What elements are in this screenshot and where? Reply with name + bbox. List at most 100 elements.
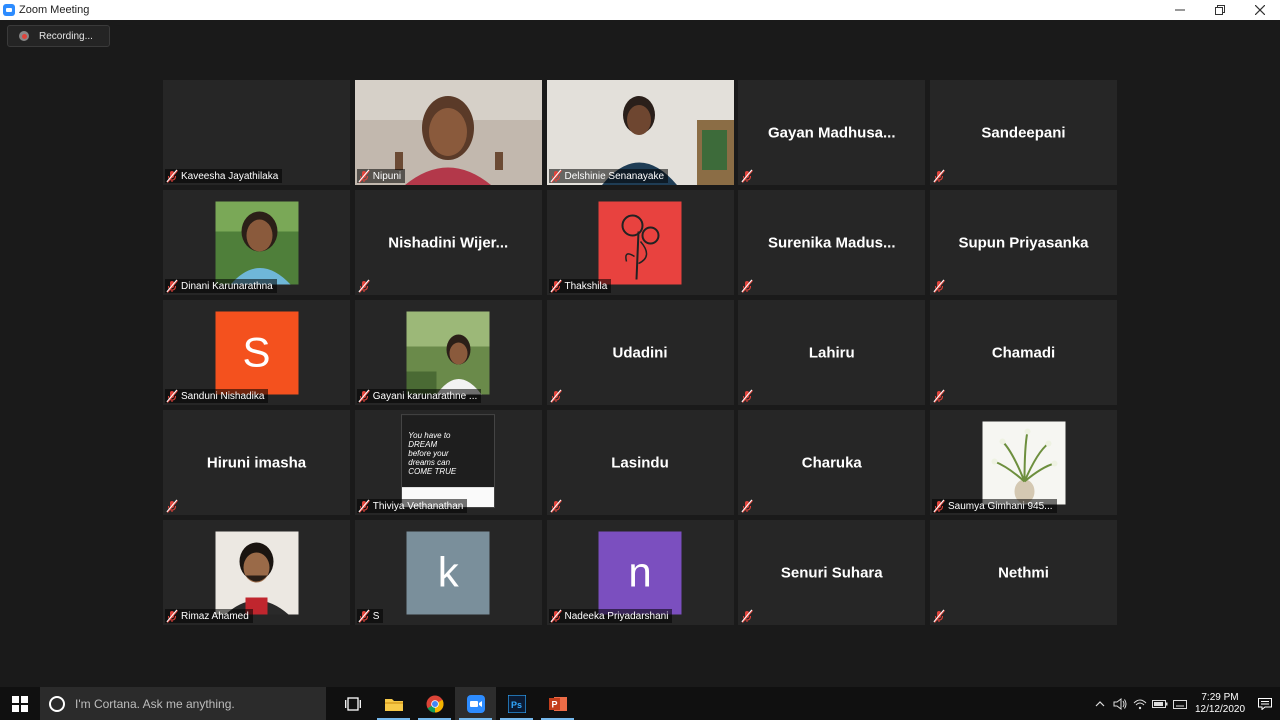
- start-button[interactable]: [0, 687, 40, 720]
- recording-indicator[interactable]: Recording...: [7, 25, 110, 47]
- participant-name-label: Nipuni: [372, 170, 402, 182]
- pinned-apps: Ps P: [332, 687, 578, 720]
- participant-tile[interactable]: Surenika Madus...: [738, 190, 926, 295]
- participant-name-tag: [357, 279, 375, 293]
- participant-tile[interactable]: Lahiru: [738, 300, 926, 405]
- photoshop-button[interactable]: Ps: [496, 687, 537, 720]
- participant-tile[interactable]: You have to DREAM before your dreams can…: [354, 410, 542, 515]
- keyboard-button[interactable]: [1170, 687, 1190, 720]
- muted-microphone-icon: [933, 499, 945, 513]
- participant-tile[interactable]: Lasindu: [546, 410, 734, 515]
- participant-name-tag: Rimaz Ahamed: [165, 609, 253, 623]
- participant-avatar: k: [406, 531, 490, 614]
- clock-date: 12/12/2020: [1194, 703, 1246, 715]
- participant-name-label: Rimaz Ahamed: [181, 610, 249, 622]
- participant-tile[interactable]: Kaveesha Jayathilaka: [163, 80, 350, 185]
- folder-icon: [384, 698, 403, 711]
- participant-display-name: Supun Priyasanka: [958, 234, 1089, 251]
- restore-icon: [1215, 5, 1225, 15]
- participant-display-name: Sandeepani: [981, 124, 1066, 141]
- participant-name-tag: Dinani Karunarathna: [165, 279, 277, 293]
- recording-label: Recording...: [39, 30, 93, 42]
- participant-profile-picture: You have to DREAM before your dreams can…: [401, 413, 496, 508]
- participant-name-tag: [740, 499, 758, 513]
- participant-name-tag: [549, 389, 567, 403]
- participant-tile[interactable]: Rimaz Ahamed: [163, 520, 350, 625]
- participant-tile[interactable]: Nishadini Wijer...: [354, 190, 542, 295]
- participant-tile[interactable]: Thakshila: [546, 190, 734, 295]
- participant-gallery: Kaveesha Jayathilaka Nipuni Delshinie Sena…: [163, 80, 1117, 625]
- zoom-app-icon: [3, 4, 15, 16]
- participant-name-label: Dinani Karunarathna: [181, 280, 273, 292]
- participant-tile[interactable]: Saumya Gimhani 945...: [930, 410, 1117, 515]
- chrome-button[interactable]: [414, 687, 455, 720]
- participant-profile-picture: [982, 421, 1065, 504]
- clock[interactable]: 7:29 PM 12/12/2020: [1190, 692, 1250, 716]
- restore-button[interactable]: [1200, 0, 1240, 20]
- participant-name-label: Delshinie Senanayake: [564, 170, 665, 182]
- participant-tile[interactable]: Supun Priyasanka: [930, 190, 1117, 295]
- participant-tile[interactable]: Nipuni: [354, 80, 542, 185]
- participant-name-tag: Sanduni Nishadika: [165, 389, 269, 403]
- participant-tile[interactable]: Dinani Karunarathna: [163, 190, 350, 295]
- muted-microphone-icon: [166, 499, 178, 513]
- close-button[interactable]: [1240, 0, 1280, 20]
- participant-display-name: Udadini: [612, 344, 668, 361]
- participant-tile[interactable]: Sandeepani: [930, 80, 1117, 185]
- profile-quote-text: You have to DREAM before your dreams can…: [408, 430, 457, 476]
- participant-tile[interactable]: Chamadi: [930, 300, 1117, 405]
- participant-name-tag: [740, 169, 758, 183]
- participant-name-label: Thiviya Vethanathan: [372, 500, 464, 512]
- task-view-button[interactable]: [332, 687, 373, 720]
- participant-display-name: Charuka: [801, 454, 862, 471]
- muted-microphone-icon: [741, 609, 754, 623]
- muted-microphone-icon: [933, 279, 945, 293]
- participant-display-name: Hiruni imasha: [206, 454, 307, 471]
- participant-name-tag: S: [356, 609, 384, 623]
- participant-tile[interactable]: Charuka: [738, 410, 926, 515]
- participant-display-name: Senuri Suhara: [780, 564, 883, 581]
- participant-tile[interactable]: Delshinie Senanayake: [546, 80, 734, 185]
- participant-display-name: Lasindu: [611, 454, 669, 471]
- participant-tile[interactable]: Hiruni imasha: [163, 410, 350, 515]
- participant-name-label: Saumya Gimhani 945...: [948, 500, 1053, 512]
- zoom-button[interactable]: [455, 687, 496, 720]
- avatar-letter: k: [437, 548, 459, 596]
- participant-tile[interactable]: Gayani karunarathne ...: [354, 300, 542, 405]
- window-controls: [1160, 0, 1280, 20]
- participant-tile[interactable]: n Nadeeka Priyadarshani: [546, 520, 734, 625]
- speaker-icon: [1113, 697, 1127, 710]
- action-center-button[interactable]: [1250, 687, 1280, 720]
- minimize-button[interactable]: [1160, 0, 1200, 20]
- powerpoint-icon: P: [548, 696, 567, 711]
- participant-tile[interactable]: Udadini: [546, 300, 734, 405]
- participant-name-tag: [932, 279, 950, 293]
- muted-microphone-icon: [549, 609, 562, 623]
- participant-name-tag: [932, 169, 950, 183]
- search-placeholder: I'm Cortana. Ask me anything.: [75, 696, 235, 711]
- participant-tile[interactable]: S Sanduni Nishadika: [163, 300, 350, 405]
- participant-name-label: Thakshila: [564, 280, 608, 292]
- participant-tile[interactable]: Gayan Madhusa...: [738, 80, 926, 185]
- powerpoint-button[interactable]: P: [537, 687, 578, 720]
- participant-tile[interactable]: Nethmi: [930, 520, 1117, 625]
- participant-avatar: S: [215, 311, 298, 394]
- svg-text:P: P: [551, 699, 557, 709]
- volume-button[interactable]: [1110, 687, 1130, 720]
- muted-microphone-icon: [741, 499, 754, 513]
- muted-microphone-icon: [358, 169, 370, 183]
- file-explorer-button[interactable]: [373, 687, 414, 720]
- participant-name-tag: Nadeeka Priyadarshani: [548, 609, 673, 623]
- participant-tile[interactable]: kS: [354, 520, 542, 625]
- cortana-search-box[interactable]: I'm Cortana. Ask me anything.: [40, 687, 326, 720]
- show-hidden-icons-button[interactable]: [1090, 687, 1110, 720]
- participant-tile[interactable]: Senuri Suhara: [738, 520, 926, 625]
- muted-microphone-icon: [549, 279, 562, 293]
- participant-name-tag: [740, 609, 758, 623]
- battery-button[interactable]: [1150, 687, 1170, 720]
- participant-name-tag: [740, 389, 758, 403]
- muted-microphone-icon: [549, 499, 562, 513]
- network-button[interactable]: [1130, 687, 1150, 720]
- windows-logo-icon: [12, 695, 28, 712]
- cortana-icon: [49, 695, 65, 712]
